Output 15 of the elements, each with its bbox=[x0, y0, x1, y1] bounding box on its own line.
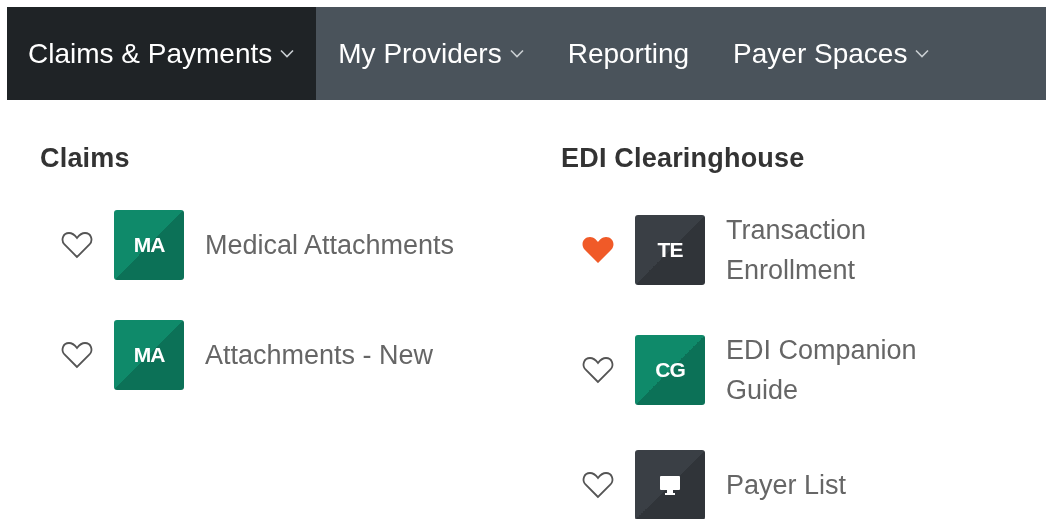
section-heading: EDI Clearinghouse bbox=[561, 142, 806, 175]
app-link[interactable]: Medical Attachments bbox=[205, 225, 485, 265]
nav-tab[interactable]: Payer Spaces bbox=[711, 7, 952, 100]
app-tile[interactable]: MA bbox=[114, 210, 184, 280]
app-link[interactable]: Transaction Enrollment bbox=[726, 210, 951, 290]
section-heading: Claims bbox=[40, 142, 131, 175]
nav-tab[interactable]: Claims & Payments bbox=[7, 7, 317, 100]
app-link[interactable]: Payer List bbox=[726, 465, 951, 505]
nav-tab[interactable]: Reporting bbox=[545, 7, 712, 100]
app-tile[interactable]: MA bbox=[114, 320, 184, 390]
app-link[interactable]: Attachments - New bbox=[205, 335, 485, 375]
app-tile[interactable]: CG bbox=[635, 335, 705, 405]
app-link[interactable]: EDI Companion Guide bbox=[726, 330, 951, 410]
app-tile[interactable]: TE bbox=[635, 215, 705, 285]
nav-tab[interactable]: My Providers bbox=[316, 7, 546, 100]
